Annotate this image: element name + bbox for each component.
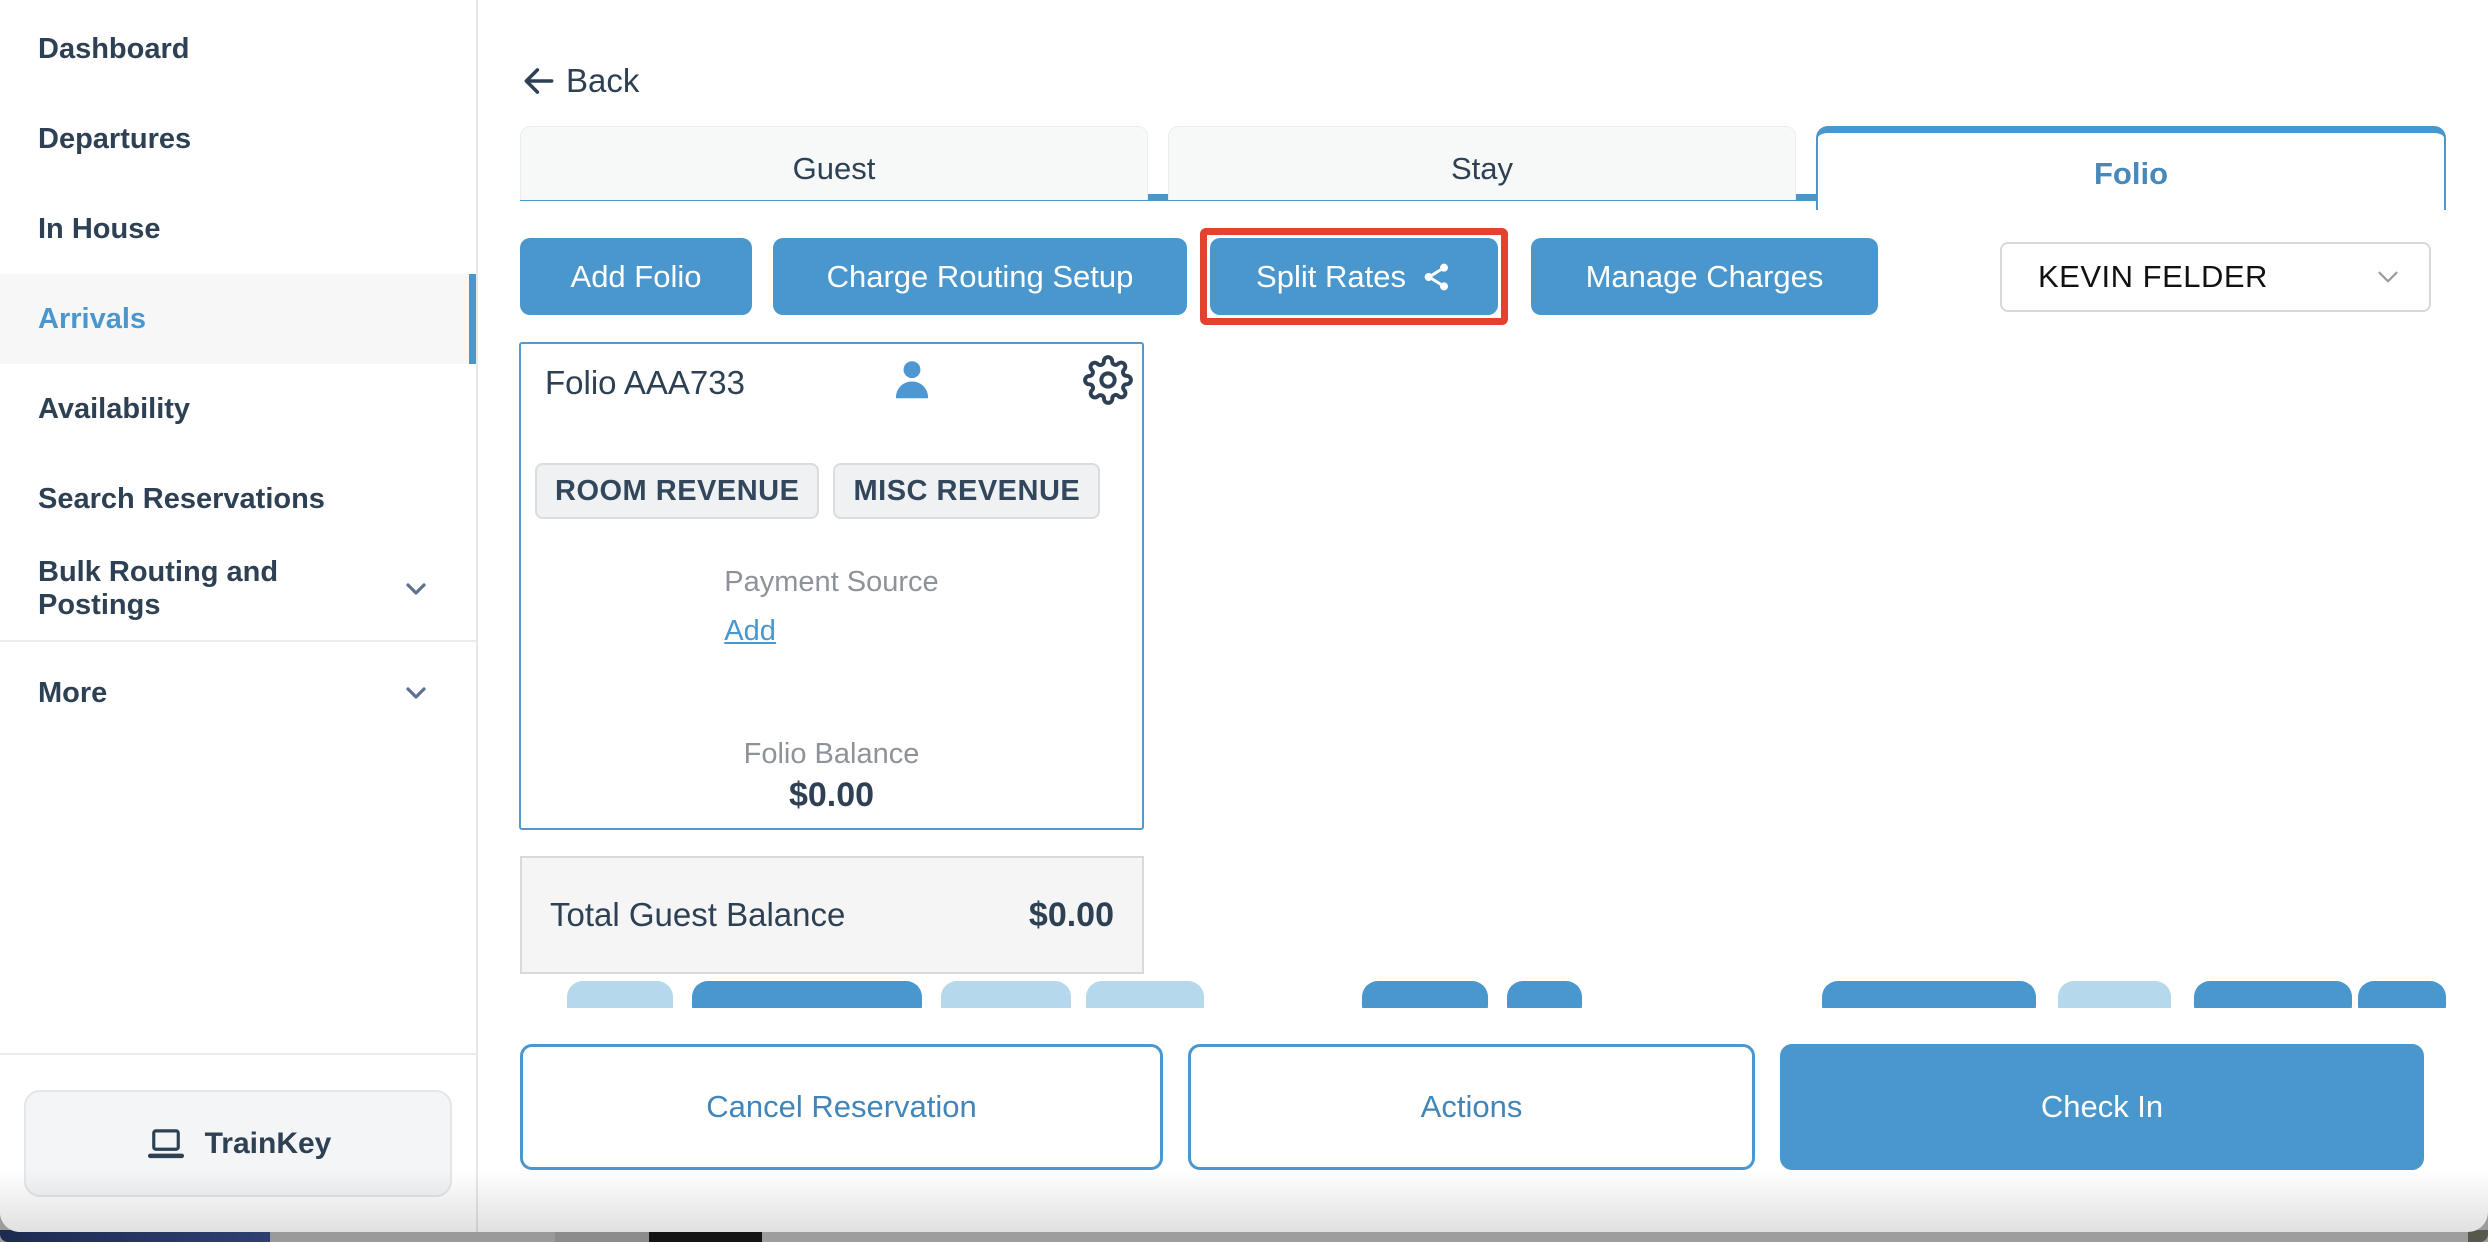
back-arrow-icon (520, 62, 558, 100)
tab-stay[interactable]: Stay (1168, 126, 1796, 200)
folio-balance-value: $0.00 (521, 776, 1142, 815)
trainkey-label: TrainKey (205, 1127, 332, 1161)
timeline-pill (2194, 981, 2352, 1008)
sidebar-item-departures[interactable]: Departures (0, 94, 476, 184)
charge-routing-setup-button[interactable]: Charge Routing Setup (773, 238, 1187, 315)
sidebar-item-bulk-routing[interactable]: Bulk Routing and Postings (0, 544, 476, 634)
payment-source-label: Payment Source (724, 566, 938, 599)
split-rates-button[interactable]: Split Rates (1210, 238, 1498, 315)
check-in-button[interactable]: Check In (1780, 1044, 2424, 1170)
timeline-pill (567, 981, 673, 1008)
sidebar-item-label: Bulk Routing and Postings (38, 556, 400, 622)
cancel-reservation-button[interactable]: Cancel Reservation (520, 1044, 1163, 1170)
timeline-pill (1507, 981, 1582, 1008)
sidebar-item-in-house[interactable]: In House (0, 184, 476, 274)
payment-source-block: Payment Source Add (724, 566, 938, 648)
manage-charges-button[interactable]: Manage Charges (1531, 238, 1878, 315)
add-folio-button[interactable]: Add Folio (520, 238, 752, 315)
sidebar-item-label: Availability (38, 393, 190, 426)
sidebar-item-arrivals[interactable]: Arrivals (0, 274, 476, 364)
room-revenue-badge: ROOM REVENUE (535, 463, 819, 519)
sidebar-item-label: Departures (38, 123, 191, 156)
chevron-down-icon (400, 677, 432, 709)
total-guest-balance-value: $0.00 (1029, 896, 1114, 935)
timeline-pill (1362, 981, 1488, 1008)
trainkey-button[interactable]: TrainKey (24, 1090, 452, 1197)
timeline-pills (478, 981, 2488, 1008)
sidebar-item-label: In House (38, 213, 160, 246)
tab-label: Guest (793, 151, 876, 187)
sidebar: Dashboard Departures In House Arrivals A… (0, 0, 478, 1232)
sidebar-footer: TrainKey (0, 1053, 476, 1232)
sidebar-item-label: Arrivals (38, 303, 146, 336)
total-guest-balance-box: Total Guest Balance $0.00 (520, 856, 1144, 974)
sidebar-nav: Dashboard Departures In House Arrivals A… (0, 4, 476, 738)
app-window: Dashboard Departures In House Arrivals A… (0, 0, 2488, 1232)
add-payment-source-link[interactable]: Add (724, 615, 776, 648)
total-guest-balance-label: Total Guest Balance (550, 896, 845, 934)
sidebar-item-label: Search Reservations (38, 483, 325, 516)
timeline-pill (2058, 981, 2171, 1008)
timeline-pill (1086, 981, 1204, 1008)
timeline-pill (692, 981, 922, 1008)
sidebar-item-availability[interactable]: Availability (0, 364, 476, 454)
guest-person-icon[interactable] (889, 357, 935, 403)
tab-folio[interactable]: Folio (1816, 126, 2446, 210)
guest-selector-value: KEVIN FELDER (2038, 259, 2371, 295)
misc-revenue-badge: MISC REVENUE (833, 463, 1100, 519)
tab-guest[interactable]: Guest (520, 126, 1148, 200)
tab-bar: Guest Stay Folio (520, 126, 2446, 210)
footer-actions: Cancel Reservation Actions Check In (520, 1044, 2424, 1170)
chevron-down-icon (2371, 260, 2405, 294)
main-content: Back Guest Stay Folio Add Folio Charge R… (478, 0, 2488, 1232)
back-label: Back (566, 62, 639, 100)
split-rates-highlight-box: Split Rates (1200, 228, 1508, 325)
folio-toolbar: Add Folio Charge Routing Setup Split Rat… (520, 238, 2446, 316)
actions-button[interactable]: Actions (1188, 1044, 1755, 1170)
sidebar-item-label: More (38, 677, 107, 710)
sidebar-item-more[interactable]: More (0, 648, 476, 738)
sidebar-item-label: Dashboard (38, 33, 189, 66)
tab-label: Stay (1451, 151, 1513, 187)
timeline-pill (2358, 981, 2446, 1008)
back-button[interactable]: Back (520, 62, 639, 100)
share-icon (1420, 261, 1452, 293)
gear-icon[interactable] (1083, 355, 1133, 405)
folio-card: Folio AAA733 ROOM REVENUE MISC REVENUE P… (519, 342, 1144, 830)
sidebar-divider (0, 640, 476, 642)
timeline-pill (941, 981, 1071, 1008)
folio-card-title: Folio AAA733 (545, 364, 745, 402)
sidebar-item-dashboard[interactable]: Dashboard (0, 4, 476, 94)
revenue-badges: ROOM REVENUE MISC REVENUE (535, 463, 1100, 519)
tab-label: Folio (2094, 156, 2168, 192)
folio-balance-label: Folio Balance (521, 738, 1142, 771)
timeline-pill (1822, 981, 2036, 1008)
sidebar-item-search-reservations[interactable]: Search Reservations (0, 454, 476, 544)
laptop-icon (145, 1123, 187, 1165)
guest-selector-dropdown[interactable]: KEVIN FELDER (2000, 242, 2431, 312)
chevron-down-icon (400, 573, 432, 605)
split-rates-label: Split Rates (1256, 259, 1406, 295)
